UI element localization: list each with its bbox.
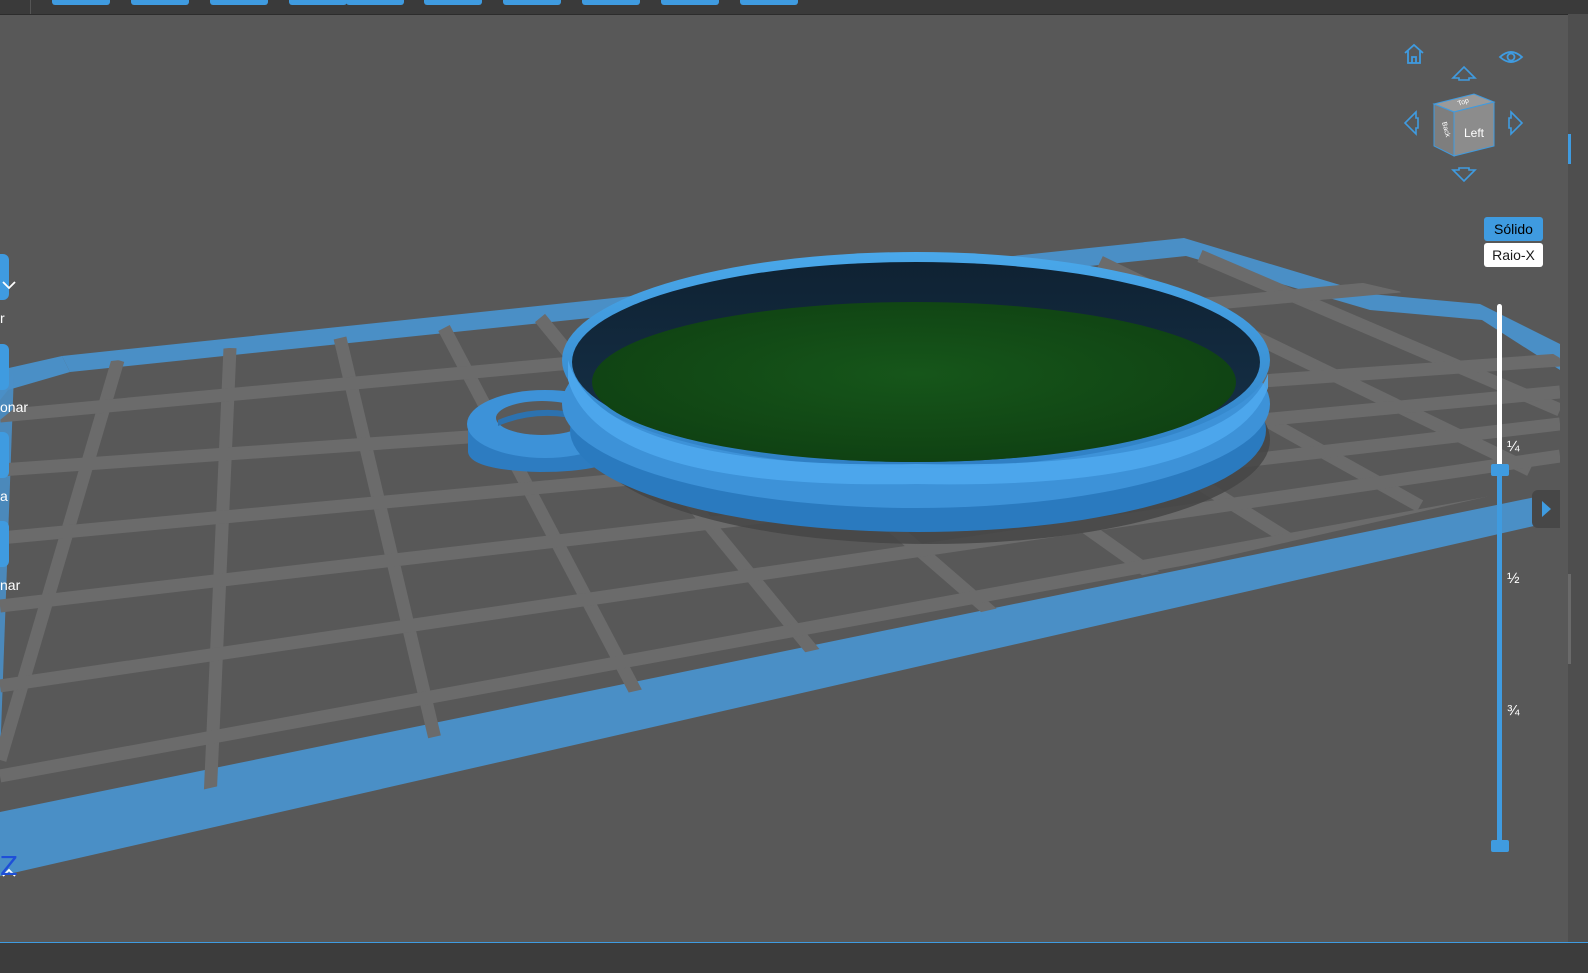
eye-icon[interactable] <box>1498 48 1524 66</box>
layer-slider[interactable] <box>1491 304 1509 854</box>
slider-tick-three-quarters: ¾ <box>1507 702 1520 719</box>
slider-track-range <box>1497 470 1502 846</box>
arrow-left-icon[interactable] <box>1402 110 1420 136</box>
right-panel-marker <box>1568 574 1571 664</box>
left-tool-label-2: onar <box>0 399 29 415</box>
right-panel-edge <box>1568 14 1588 942</box>
toolbar-tab-5[interactable] <box>346 0 404 5</box>
slider-track-top <box>1497 304 1502 470</box>
left-tool-label-4: nar <box>0 577 21 593</box>
toolbar-tab-8[interactable] <box>582 0 640 5</box>
chevron-down-icon[interactable] <box>0 276 18 294</box>
arrow-right-icon[interactable] <box>1507 110 1525 136</box>
left-tool-label-1: r <box>0 310 5 326</box>
build-scene[interactable] <box>0 14 1568 942</box>
left-tool-button-2[interactable] <box>0 344 9 390</box>
resin-fill <box>592 302 1236 462</box>
play-right-icon <box>1542 501 1551 517</box>
toolbar-tab-3[interactable] <box>210 0 268 5</box>
plate-front-edge <box>0 492 1560 876</box>
toolbar-tab-6[interactable] <box>424 0 482 5</box>
arrow-up-icon[interactable] <box>1451 64 1477 82</box>
3d-viewport[interactable]: r onar a nar Left Back Top Sólido Raio-X <box>0 14 1568 942</box>
slider-tick-quarter: ¼ <box>1507 438 1520 455</box>
toolbar-tab-1[interactable] <box>52 0 110 5</box>
toolbar-tab-4[interactable] <box>289 0 347 5</box>
toolbar-tab-7[interactable] <box>503 0 561 5</box>
toolbar-divider <box>30 0 31 14</box>
arrow-down-icon[interactable] <box>1451 166 1477 184</box>
slider-upper-handle[interactable] <box>1491 464 1509 476</box>
left-tool-button-4[interactable] <box>0 521 9 567</box>
toolbar-tab-9[interactable] <box>661 0 719 5</box>
status-bar <box>0 942 1588 973</box>
slider-tick-half: ½ <box>1507 570 1520 587</box>
left-tool-button-3[interactable] <box>0 432 9 478</box>
toolbar-tab-2[interactable] <box>131 0 189 5</box>
slider-lower-handle[interactable] <box>1491 840 1509 852</box>
left-tool-label-3: a <box>0 488 8 504</box>
axis-z-label: Z <box>0 852 18 882</box>
cube-front-label: Left <box>1464 126 1485 140</box>
panel-toggle-button[interactable] <box>1532 490 1560 528</box>
right-panel-marker <box>1568 134 1571 164</box>
xray-mode-button[interactable]: Raio-X <box>1484 243 1543 267</box>
home-icon[interactable] <box>1402 42 1426 66</box>
top-toolbar <box>0 0 1588 15</box>
solid-mode-button[interactable]: Sólido <box>1484 217 1543 241</box>
toolbar-tab-10[interactable] <box>740 0 798 5</box>
view-cube[interactable]: Left Back Top <box>1426 90 1502 166</box>
model-disc <box>562 252 1270 532</box>
